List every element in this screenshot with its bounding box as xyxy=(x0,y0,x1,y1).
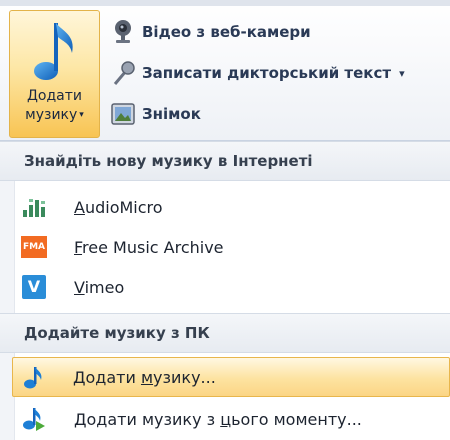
chevron-down-icon: ▾ xyxy=(79,110,84,120)
audiomicro-icon xyxy=(14,196,54,218)
menu-item-add-music-from-here[interactable]: Додати музику з цього моменту... xyxy=(14,399,450,439)
vimeo-icon-badge: V xyxy=(22,275,46,299)
vimeo-icon: V xyxy=(14,275,54,299)
menu-icon-gutter xyxy=(0,181,15,440)
vimeo-label-rest: imeo xyxy=(84,277,125,297)
narration-chevron-down-icon: ▾ xyxy=(399,66,405,80)
add-music-label: Додати музику ▾ xyxy=(10,87,99,125)
music-note-play-icon xyxy=(14,407,54,431)
audiomicro-label-accesskey: A xyxy=(74,197,85,217)
add-music-from-here-label-after: ього моменту... xyxy=(231,409,362,429)
audiomicro-label: AudioMicro xyxy=(74,198,163,217)
audiomicro-label-rest: udioMicro xyxy=(84,197,163,217)
add-music-item-label-accesskey: м xyxy=(140,367,154,387)
add-music-dropdown-menu: Знайдіть нову музику в Інтернеті AudioMi… xyxy=(0,140,450,440)
free-music-archive-label: Free Music Archive xyxy=(74,238,224,257)
menu-item-vimeo[interactable]: V Vimeo xyxy=(14,267,450,307)
fma-icon: FMA xyxy=(14,236,54,258)
snapshot-button[interactable]: Знімок xyxy=(108,99,201,129)
ribbon: Додати музику ▾ Відео з веб-камери Записа… xyxy=(0,0,450,140)
add-music-item-label: Додати музику... xyxy=(73,368,216,387)
webcam-video-label: Відео з веб-камери xyxy=(142,23,311,41)
ribbon-top-edge xyxy=(0,0,450,6)
vimeo-label-accesskey: V xyxy=(74,277,85,297)
webcam-video-button[interactable]: Відео з веб-камери xyxy=(108,17,311,47)
add-music-from-here-label-before: Додати музику з xyxy=(74,409,221,429)
menu-item-free-music-archive[interactable]: FMA Free Music Archive xyxy=(14,227,450,267)
music-note-icon xyxy=(13,365,53,389)
add-music-button[interactable]: Додати музику ▾ xyxy=(9,10,100,138)
menu-item-add-music[interactable]: Додати музику... xyxy=(12,357,450,397)
add-music-label-line2: музику xyxy=(25,107,78,123)
add-music-item-label-after: узику... xyxy=(153,367,216,387)
add-music-item-label-before: Додати xyxy=(73,367,141,387)
menu-item-audiomicro[interactable]: AudioMicro xyxy=(14,187,450,227)
add-music-from-here-label: Додати музику з цього моменту... xyxy=(74,410,362,429)
record-narration-button[interactable]: Записати дикторський текст ▾ xyxy=(108,58,405,88)
add-music-label-line1: Додати xyxy=(26,88,82,104)
camera-icon xyxy=(108,101,138,127)
online-music-section-header: Знайдіть нову музику в Інтернеті xyxy=(0,141,450,181)
fma-icon-badge: FMA xyxy=(21,236,47,258)
vimeo-label: Vimeo xyxy=(74,278,124,297)
record-narration-label: Записати дикторський текст xyxy=(142,64,392,82)
microphone-icon xyxy=(108,60,138,86)
webcam-icon xyxy=(108,19,138,45)
add-music-from-here-label-accesskey: ц xyxy=(220,409,232,429)
free-music-archive-label-rest: ree Music Archive xyxy=(82,237,224,257)
snapshot-label: Знімок xyxy=(142,105,201,123)
music-note-icon xyxy=(34,23,73,80)
free-music-archive-label-accesskey: F xyxy=(74,237,83,257)
pc-music-section-header: Додайте музику з ПК xyxy=(0,313,450,353)
